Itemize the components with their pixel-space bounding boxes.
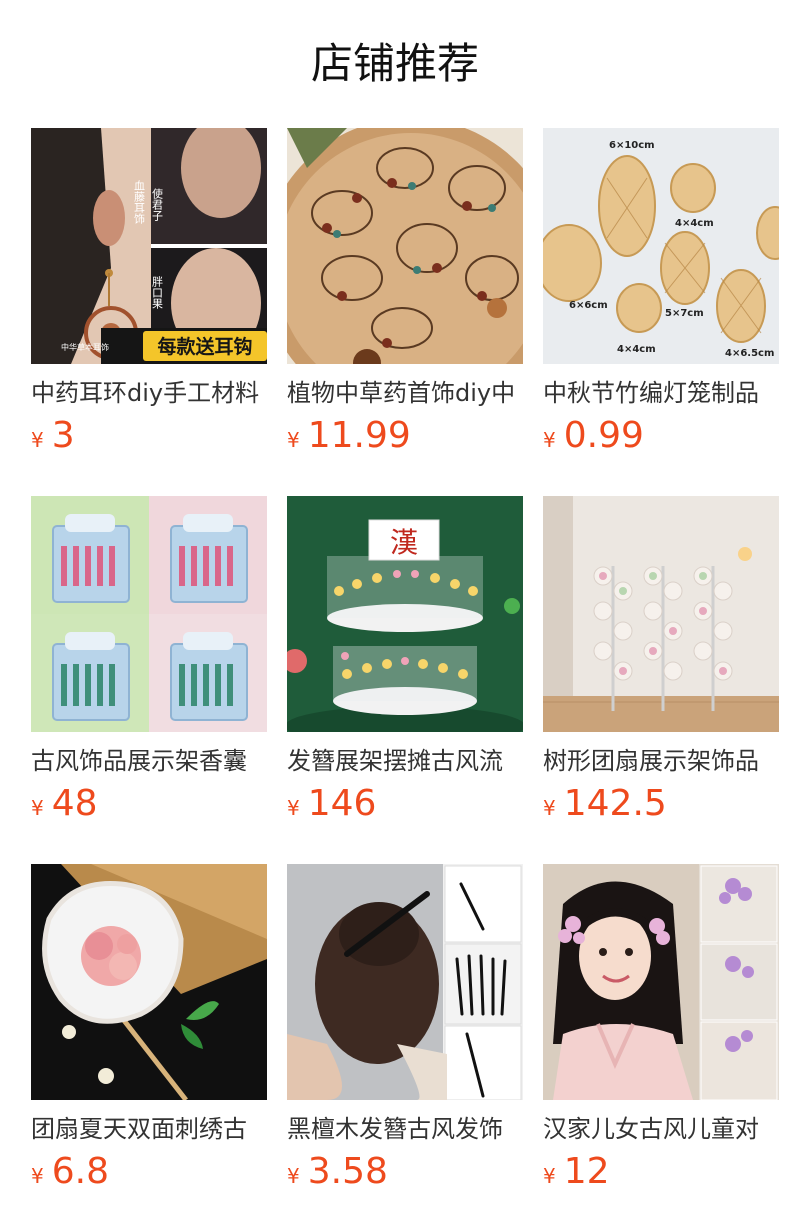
sign-text: 漢 [390,526,418,559]
size-label: 5×7cm [665,308,704,319]
product-price: ¥48 [31,782,98,826]
product-name: 中秋节竹编灯笼制品 [543,379,759,407]
price-value: 48 [51,783,98,824]
currency-symbol: ¥ [543,1164,556,1188]
price-value: 11.99 [307,415,411,456]
product-name: 汉家儿女古风儿童对 [543,1115,759,1143]
currency-symbol: ¥ [543,428,556,452]
price-value: 3.58 [307,1151,388,1192]
product-image[interactable] [287,864,523,1100]
product-card[interactable]: 6×10cm 4×4cm 6×6cm 5×7cm 4×4cm 4×6.5cm 中… [543,128,779,496]
page-title: 店铺推荐 [310,39,479,88]
size-label: 4×6.5cm [725,348,774,359]
product-price: ¥6.8 [31,1150,109,1194]
image-label-text: 胖口果 [151,276,164,310]
store-recommendations-page: 店铺推荐 每款送耳钩 血藤耳饰 使君子 胖口果 中华草本耳饰 中药耳环diy手工… [0,0,790,1232]
product-image[interactable] [31,496,267,732]
product-price: ¥12 [543,1150,610,1194]
product-card[interactable]: 每款送耳钩 血藤耳饰 使君子 胖口果 中华草本耳饰 中药耳环diy手工材料 ¥3 [31,128,267,496]
price-value: 146 [307,783,377,824]
product-card[interactable]: 汉家儿女古风儿童对 ¥12 [543,864,779,1232]
product-price: ¥142.5 [543,782,667,826]
currency-symbol: ¥ [31,1164,44,1188]
size-label: 6×10cm [609,140,655,151]
size-label: 4×4cm [617,344,656,355]
currency-symbol: ¥ [31,796,44,820]
product-price: ¥11.99 [287,414,411,458]
product-image[interactable] [31,864,267,1100]
product-name: 植物中草药首饰diy中 [287,379,516,407]
product-image[interactable]: 漢 [287,496,523,732]
image-label-text: 血藤耳饰 [133,179,146,224]
price-value: 0.99 [563,415,644,456]
size-label: 6×6cm [569,300,608,311]
currency-symbol: ¥ [287,428,300,452]
product-card[interactable]: 团扇夏天双面刺绣古 ¥6.8 [31,864,267,1232]
product-name: 黑檀木发簪古风发饰 [287,1115,503,1143]
product-name: 团扇夏天双面刺绣古 [31,1115,247,1143]
product-price: ¥3.58 [287,1150,388,1194]
product-name: 树形团扇展示架饰品 [543,747,759,775]
currency-symbol: ¥ [543,796,556,820]
product-price: ¥3 [31,414,75,458]
product-image[interactable] [287,128,523,364]
product-price: ¥146 [287,782,376,826]
currency-symbol: ¥ [31,428,44,452]
size-label: 4×4cm [675,218,714,229]
price-value: 142.5 [563,783,667,824]
image-banner-text: 每款送耳钩 [157,335,252,358]
image-brand-text: 中华草本耳饰 [61,342,109,352]
price-value: 3 [51,415,75,456]
product-grid: 每款送耳钩 血藤耳饰 使君子 胖口果 中华草本耳饰 中药耳环diy手工材料 ¥3 [31,128,779,1232]
currency-symbol: ¥ [287,796,300,820]
product-image[interactable]: 每款送耳钩 血藤耳饰 使君子 胖口果 中华草本耳饰 [31,128,267,364]
product-card[interactable]: 漢 发簪展架摆摊古风流 ¥146 [287,496,523,864]
product-image[interactable] [543,864,779,1100]
currency-symbol: ¥ [287,1164,300,1188]
product-card[interactable]: 黑檀木发簪古风发饰 ¥3.58 [287,864,523,1232]
product-image[interactable] [543,496,779,732]
product-price: ¥0.99 [543,414,644,458]
product-card[interactable]: 植物中草药首饰diy中 ¥11.99 [287,128,523,496]
price-value: 6.8 [51,1151,109,1192]
product-card[interactable]: 树形团扇展示架饰品 ¥142.5 [543,496,779,864]
image-label-text: 使君子 [151,188,164,221]
product-name: 古风饰品展示架香囊 [31,747,247,775]
product-image[interactable]: 6×10cm 4×4cm 6×6cm 5×7cm 4×4cm 4×6.5cm [543,128,779,364]
product-card[interactable]: 古风饰品展示架香囊 ¥48 [31,496,267,864]
product-name: 发簪展架摆摊古风流 [287,747,503,775]
product-name: 中药耳环diy手工材料 [31,379,260,407]
price-value: 12 [563,1151,610,1192]
